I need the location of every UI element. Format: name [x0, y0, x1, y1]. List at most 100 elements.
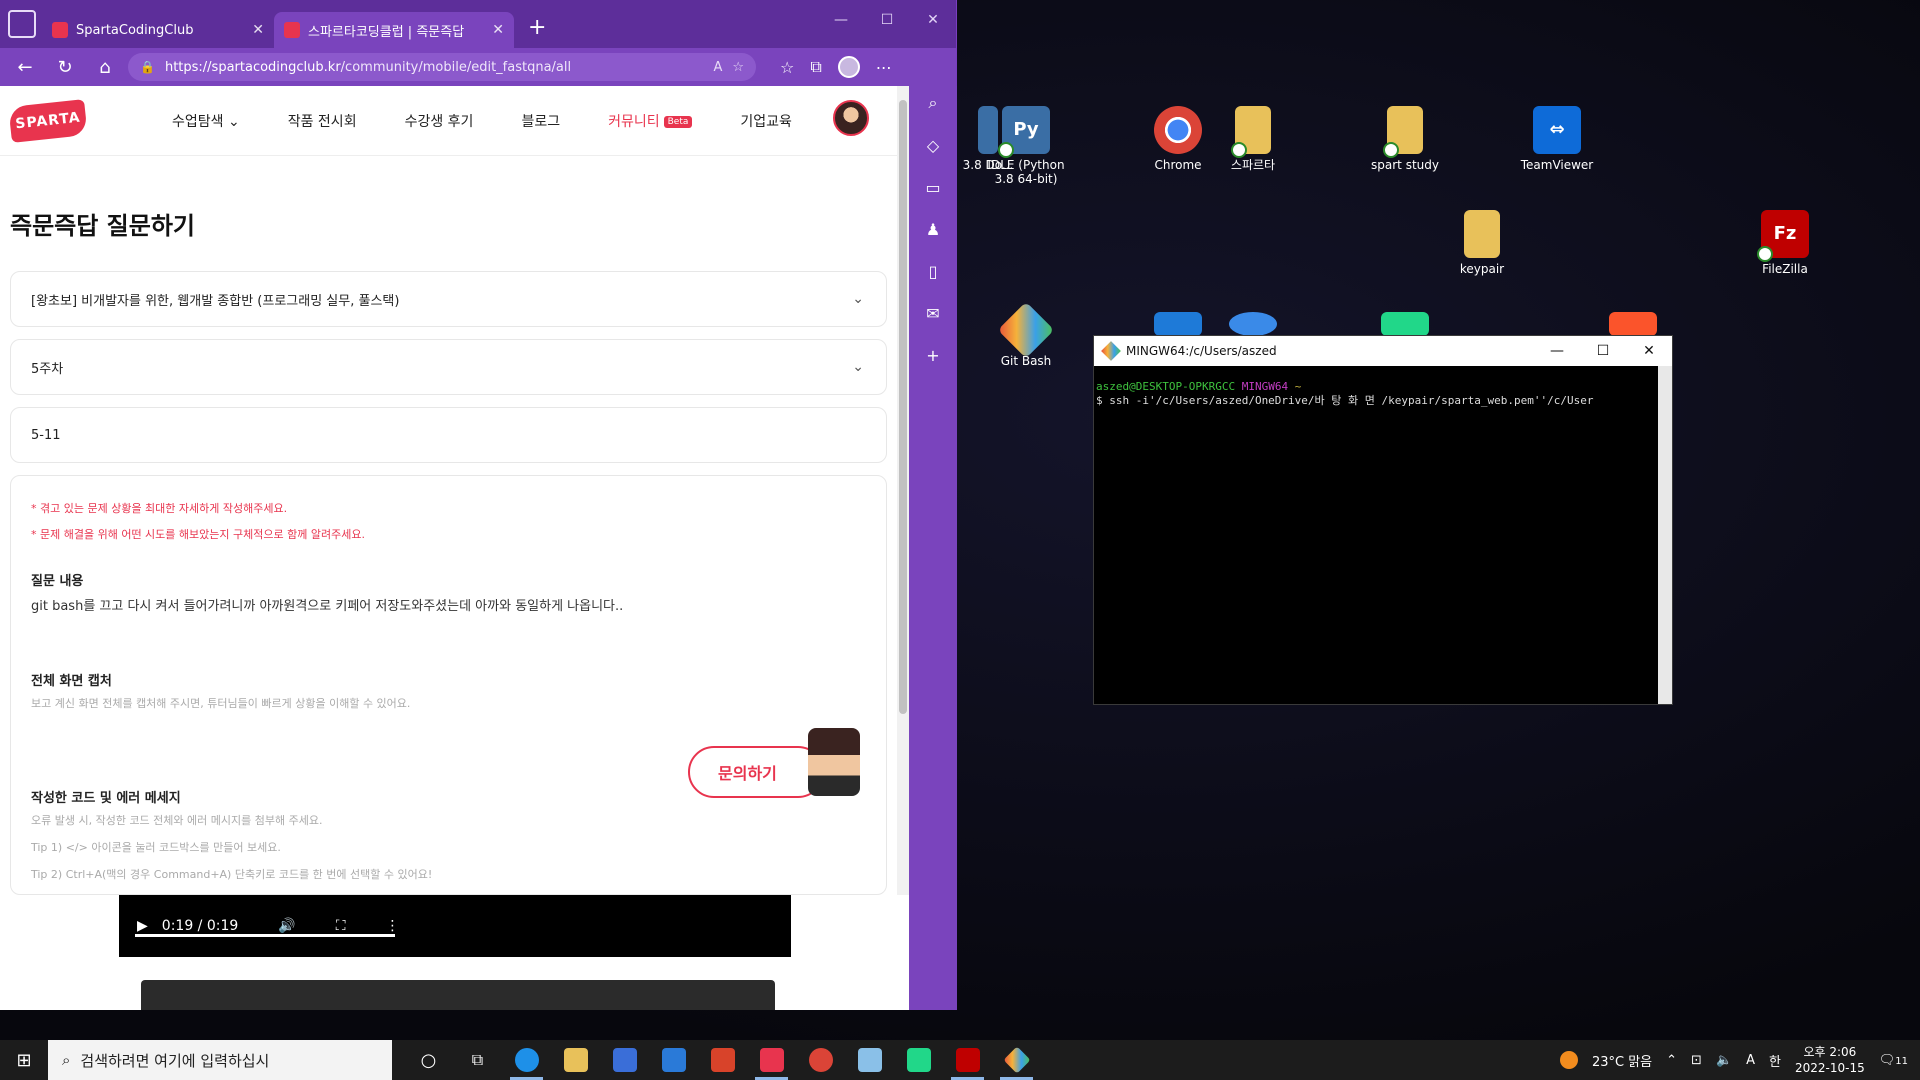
volume-icon[interactable]: 🔊	[278, 918, 295, 934]
maximize-button[interactable]: ☐	[864, 0, 910, 40]
close-button[interactable]: ✕	[1626, 336, 1672, 366]
page-scrollbar[interactable]	[897, 86, 909, 895]
office-taskbar-icon[interactable]	[698, 1040, 747, 1080]
store-taskbar-icon[interactable]	[600, 1040, 649, 1080]
windows-start-icon[interactable]: ⊞	[0, 1050, 48, 1071]
page-title: 즉문즉답 질문하기	[10, 212, 195, 240]
ask-button[interactable]: 문의하기	[688, 746, 824, 798]
new-tab-button[interactable]: +	[528, 15, 546, 40]
cortana-icon[interactable]: ○	[404, 1040, 453, 1080]
idle-python-icon[interactable]: Py IDLE (Python 3.8 64-bit)	[978, 106, 1074, 186]
network-icon[interactable]: ⊡	[1691, 1053, 1702, 1068]
games-icon[interactable]: ♟	[922, 218, 944, 240]
fullscreen-icon[interactable]: ⛶	[336, 918, 346, 934]
chevron-down-icon: ⌄	[852, 359, 864, 375]
question-text[interactable]: git bash를 끄고 다시 켜서 들어가려니까 아까원격으로 키페어 저장도…	[31, 595, 866, 614]
spart-study-folder[interactable]: spart study	[1357, 106, 1453, 172]
week-select[interactable]: 5주차 ⌄	[10, 339, 887, 395]
back-icon[interactable]: ←	[8, 52, 42, 82]
nav-gallery[interactable]: 작품 전시회	[288, 111, 357, 131]
chevron-down-icon: ⌄	[852, 291, 864, 307]
site-nav: 수업탐색 ⌄ 작품 전시회 수강생 후기 블로그 커뮤니티 Beta 기업교육	[172, 111, 792, 131]
video-progress[interactable]	[135, 934, 395, 937]
maximize-button[interactable]: ☐	[1580, 336, 1626, 366]
scrollbar-thumb[interactable]	[899, 100, 907, 714]
git-bash-window[interactable]: MINGW64:/c/Users/aszed — ☐ ✕ aszed@DESKT…	[1093, 335, 1673, 705]
play-icon[interactable]: ▶	[137, 918, 148, 934]
globe-icon	[1229, 312, 1277, 336]
teamviewer-shortcut[interactable]: ⇔ TeamViewer	[1509, 106, 1605, 172]
volume-icon[interactable]: 🔈	[1716, 1053, 1732, 1068]
minimize-button[interactable]: —	[818, 0, 864, 40]
favorites-icon[interactable]: ☆	[780, 58, 794, 77]
ime-mode-icon[interactable]: A	[1746, 1053, 1755, 1068]
sparta-taskbar-icon[interactable]	[747, 1040, 796, 1080]
sparta-logo[interactable]: SPARTA	[8, 98, 88, 143]
clock[interactable]: 오후 2:06 2022-10-15	[1795, 1044, 1865, 1076]
toolbox-icon[interactable]: ▭	[922, 176, 944, 198]
chrome-taskbar-icon[interactable]	[796, 1040, 845, 1080]
screenshot-thumbnail	[141, 980, 775, 1010]
tab-spartacodingclub[interactable]: SpartaCodingClub ✕	[42, 12, 274, 48]
search-icon: ⌕	[62, 1051, 71, 1069]
weather-text[interactable]: 23°C 맑음	[1592, 1051, 1652, 1070]
keypair-folder[interactable]: keypair	[1434, 210, 1530, 276]
nav-community[interactable]: 커뮤니티 Beta	[608, 111, 693, 131]
sparta-folder[interactable]: 스파르타	[1205, 106, 1301, 172]
question-editor[interactable]: * 겪고 있는 문제 상황을 최대한 자세하게 작성해주세요. * 문제 해결을…	[10, 475, 887, 895]
collections-icon[interactable]: ⧉	[810, 57, 821, 77]
outlook-icon[interactable]: ✉	[922, 302, 944, 324]
terminal-scrollbar[interactable]	[1658, 366, 1672, 704]
minimize-button[interactable]: —	[1534, 336, 1580, 366]
mail-taskbar-icon[interactable]	[649, 1040, 698, 1080]
close-tab-icon[interactable]: ✕	[492, 22, 504, 38]
terminal-titlebar[interactable]: MINGW64:/c/Users/aszed — ☐ ✕	[1094, 336, 1672, 366]
address-bar-row: ← ↻ ⌂ 🔒 https://spartacodingclub.kr/comm…	[0, 48, 956, 86]
course-select[interactable]: [왕초보] 비개발자를 위한, 웹개발 종합반 (프로그래밍 실무, 풀스택) …	[10, 271, 887, 327]
git-bash-shortcut[interactable]: Git Bash	[978, 301, 1074, 368]
tab-fastqna[interactable]: 스파르타코딩클럽 | 즉문즉답 ✕	[274, 12, 514, 48]
nav-course[interactable]: 수업탐색 ⌄	[172, 111, 240, 131]
filezilla-taskbar-icon[interactable]	[943, 1040, 992, 1080]
chevron-up-icon[interactable]: ⌃	[1666, 1053, 1677, 1068]
search-icon[interactable]: ⌕	[922, 92, 944, 114]
tag-icon[interactable]: ◇	[922, 134, 944, 156]
user-avatar[interactable]	[833, 100, 869, 136]
taskbar-search[interactable]: ⌕ 검색하려면 여기에 입력하십시	[48, 1040, 392, 1080]
terminal-title: MINGW64:/c/Users/aszed	[1126, 344, 1277, 358]
edge-sidebar: ⌕ ◇ ▭ ♟ ▯ ✉ +	[909, 86, 957, 1010]
more-options-icon[interactable]: ⋮	[386, 918, 400, 934]
close-button[interactable]: ✕	[910, 0, 956, 40]
sparta-favicon-icon	[284, 22, 300, 38]
nav-reviews[interactable]: 수강생 후기	[405, 111, 474, 131]
nav-blog[interactable]: 블로그	[521, 111, 560, 131]
browser-window: SpartaCodingClub ✕ 스파르타코딩클럽 | 즉문즉답 ✕ + —…	[0, 0, 957, 1010]
explorer-taskbar-icon[interactable]	[551, 1040, 600, 1080]
terminal-output[interactable]: aszed@DESKTOP-OPKRGCC MINGW64 ~ $ ssh -i…	[1094, 366, 1672, 422]
notepad-taskbar-icon[interactable]	[845, 1040, 894, 1080]
tab-actions-button[interactable]	[8, 10, 36, 38]
language-indicator[interactable]: 한	[1769, 1051, 1781, 1070]
more-menu-icon[interactable]: ⋯	[876, 58, 892, 77]
home-icon[interactable]: ⌂	[88, 52, 122, 82]
favorite-star-icon[interactable]: ☆	[732, 60, 744, 75]
edge-taskbar-icon[interactable]	[502, 1040, 551, 1080]
profile-avatar[interactable]	[837, 56, 860, 78]
video-controls[interactable]: ▶ 0:19 / 0:19 🔊 ⛶ ⋮	[119, 895, 791, 957]
terminal-command-line: $ ssh -i'/c/Users/aszed/OneDrive/바 탕 화 면…	[1096, 394, 1594, 407]
office-icon[interactable]: ▯	[922, 260, 944, 282]
close-tab-icon[interactable]: ✕	[252, 22, 264, 38]
nav-enterprise[interactable]: 기업교육	[740, 111, 792, 131]
add-icon[interactable]: +	[922, 344, 944, 366]
git-bash-taskbar-icon[interactable]	[992, 1040, 1041, 1080]
filezilla-shortcut[interactable]: Fz FileZilla	[1737, 210, 1833, 276]
notification-icon[interactable]: 🗨11	[1879, 1053, 1908, 1068]
url-field[interactable]: 🔒 https://spartacodingclub.kr/community/…	[128, 53, 756, 81]
lesson-field[interactable]: 5-11	[10, 407, 887, 463]
task-view-icon[interactable]: ⧉	[453, 1040, 502, 1080]
weather-icon[interactable]	[1559, 1051, 1578, 1069]
chevron-down-icon: ⌄	[227, 113, 240, 130]
read-aloud-icon[interactable]: A	[713, 60, 722, 75]
pycharm-taskbar-icon[interactable]	[894, 1040, 943, 1080]
refresh-icon[interactable]: ↻	[48, 52, 82, 82]
